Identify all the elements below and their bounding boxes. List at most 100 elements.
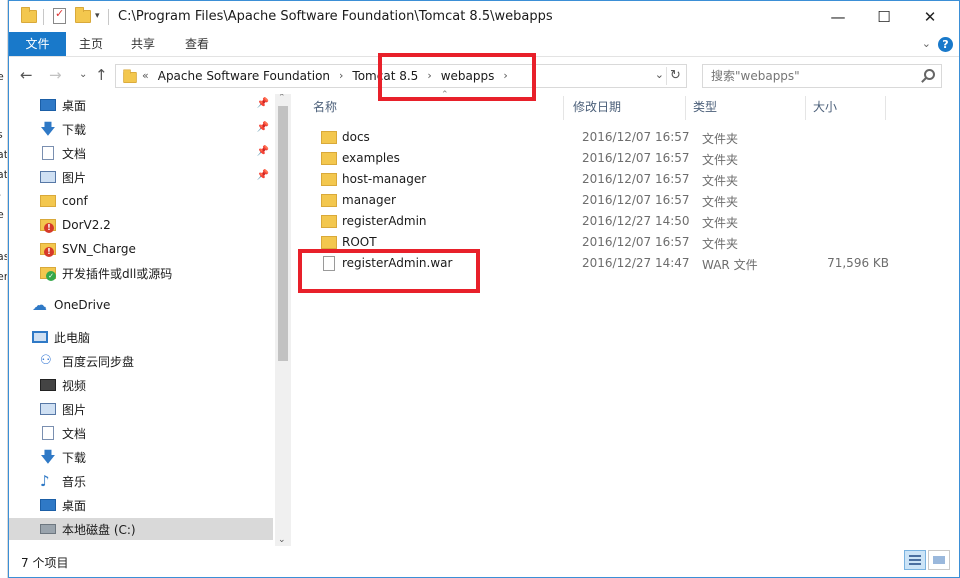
document-icon (42, 146, 54, 160)
nav-item-svn-charge[interactable]: SVN_Charge (9, 238, 273, 260)
nav-item-desktop-pc[interactable]: 桌面 (9, 494, 273, 516)
file-name: docs (342, 130, 370, 144)
file-row[interactable]: docs 2016/12/07 16:57 文件夹 (307, 127, 907, 148)
column-divider[interactable] (805, 96, 806, 120)
file-row[interactable]: registerAdmin 2016/12/27 14:50 文件夹 (307, 211, 907, 232)
desktop-icon (40, 499, 56, 511)
file-name: ROOT (342, 235, 377, 249)
nav-item-dev-plugins[interactable]: 开发插件或dll或源码 (9, 262, 273, 284)
title-bar: ▾ C:\Program Files\Apache Software Found… (9, 1, 959, 32)
folder-error-icon (40, 243, 56, 257)
nav-item-label: 百度云同步盘 (62, 354, 135, 369)
back-arrow-icon[interactable]: ← (20, 66, 33, 84)
file-row[interactable]: host-manager 2016/12/07 16:57 文件夹 (307, 169, 907, 190)
nav-item-documents[interactable]: 文档 📌 (9, 142, 273, 164)
toolbar-separator (43, 9, 44, 25)
search-icon[interactable] (924, 69, 935, 80)
scroll-down-icon[interactable]: ⌄ (278, 535, 286, 545)
file-date: 2016/12/07 16:57 (582, 130, 690, 144)
details-view-icon[interactable] (904, 550, 926, 570)
file-name: host-manager (342, 172, 427, 186)
customize-quick-access-icon[interactable]: ▾ (95, 7, 100, 25)
column-header-size[interactable]: 大小 (813, 98, 837, 120)
search-input[interactable] (711, 68, 911, 84)
download-icon: 🡇 (40, 448, 56, 466)
nav-item-baidu-sync[interactable]: ⚇ 百度云同步盘 (9, 350, 273, 372)
file-type: WAR 文件 (702, 258, 758, 272)
search-box[interactable] (702, 64, 942, 88)
address-history-dropdown-icon[interactable]: ⌄ (655, 68, 664, 81)
background-window-edge: esatat-easer (0, 0, 8, 578)
file-type: 文件夹 (702, 237, 739, 251)
tab-home[interactable]: 主页 (67, 32, 115, 56)
annotation-highlight-box (378, 53, 536, 101)
navigation-pane: 桌面 📌 🡇 下载 📌 文档 📌 图片 📌 conf DorV2.2 (9, 94, 291, 546)
computer-icon (32, 331, 48, 343)
scrollbar-thumb[interactable] (278, 106, 288, 361)
nav-item-label: 视频 (62, 378, 87, 393)
forward-arrow-icon[interactable]: → (49, 66, 62, 84)
pictures-icon (40, 171, 56, 183)
column-header-name[interactable]: 名称 (313, 98, 337, 120)
annotation-highlight-box (298, 249, 480, 293)
new-folder-icon[interactable] (75, 6, 91, 25)
breadcrumb-separator-icon[interactable]: › (339, 69, 343, 83)
nav-item-pictures[interactable]: 图片 📌 (9, 166, 273, 188)
tab-file[interactable]: 文件 (9, 32, 66, 56)
nav-item-label: 开发插件或dll或源码 (62, 266, 173, 281)
nav-item-label: 下载 (62, 122, 87, 137)
nav-item-desktop[interactable]: 桌面 📌 (9, 94, 273, 116)
nav-item-downloads-pc[interactable]: 🡇 下载 (9, 446, 273, 468)
nav-item-local-disk-c[interactable]: 本地磁盘 (C:) (9, 518, 273, 540)
properties-icon[interactable] (53, 7, 66, 25)
recent-locations-icon[interactable]: ⌄ (79, 69, 87, 80)
close-button[interactable]: ✕ (907, 1, 953, 32)
file-list: ⌃ 名称 修改日期 类型 大小 docs 2016/12/07 16:57 文件… (293, 90, 957, 546)
nav-item-this-pc[interactable]: 此电脑 (9, 326, 273, 348)
item-count: 7 个项目 (21, 556, 69, 570)
nav-item-videos[interactable]: 视频 (9, 374, 273, 396)
nav-pane-scrollbar[interactable]: ⌃ ⌄ (275, 94, 291, 546)
nav-item-documents-pc[interactable]: 文档 (9, 422, 273, 444)
nav-item-label: 音乐 (62, 474, 87, 489)
breadcrumb-item[interactable]: Apache Software Foundation (158, 69, 330, 83)
nav-item-downloads[interactable]: 🡇 下载 📌 (9, 118, 273, 140)
up-arrow-icon[interactable]: ↑ (95, 66, 108, 84)
nav-item-onedrive[interactable]: ☁ OneDrive (9, 294, 273, 316)
column-header-type[interactable]: 类型 (693, 98, 717, 120)
nav-item-label: 下载 (62, 450, 87, 465)
nav-item-dorv22[interactable]: DorV2.2 (9, 214, 273, 236)
pin-icon: 📌 (256, 98, 269, 109)
nav-item-pictures-pc[interactable]: 图片 (9, 398, 273, 420)
column-divider[interactable] (685, 96, 686, 120)
file-row[interactable]: examples 2016/12/07 16:57 文件夹 (307, 148, 907, 169)
folder-icon (321, 173, 337, 186)
column-divider[interactable] (563, 96, 564, 120)
folder-icon (321, 131, 337, 144)
scroll-up-icon[interactable]: ⌃ (278, 94, 286, 103)
maximize-button[interactable]: ☐ (861, 1, 907, 32)
tab-share[interactable]: 共享 (119, 32, 167, 56)
nav-item-label: SVN_Charge (62, 242, 136, 256)
column-divider[interactable] (885, 96, 886, 120)
nav-item-music[interactable]: ♪ 音乐 (9, 470, 273, 492)
pin-icon: 📌 (256, 170, 269, 181)
help-icon[interactable]: ? (938, 37, 953, 52)
breadcrumb-overflow[interactable]: « (142, 69, 149, 83)
large-icons-view-icon[interactable] (928, 550, 950, 570)
file-type: 文件夹 (702, 132, 739, 146)
pictures-icon (40, 403, 56, 415)
minimize-button[interactable]: — (815, 1, 861, 32)
file-date: 2016/12/07 16:57 (582, 151, 690, 165)
nav-item-conf[interactable]: conf (9, 190, 273, 212)
document-icon (42, 426, 54, 440)
ribbon-expand-icon[interactable]: ⌄ (922, 37, 931, 50)
file-row[interactable]: manager 2016/12/07 16:57 文件夹 (307, 190, 907, 211)
nav-item-label: 桌面 (62, 98, 87, 113)
onedrive-cloud-icon: ☁ (32, 296, 47, 314)
file-type: 文件夹 (702, 153, 739, 167)
column-header-date[interactable]: 修改日期 (573, 98, 621, 120)
tab-view[interactable]: 查看 (173, 32, 221, 56)
refresh-icon[interactable]: ↻ (666, 67, 684, 85)
nav-item-label: 文档 (62, 146, 87, 161)
